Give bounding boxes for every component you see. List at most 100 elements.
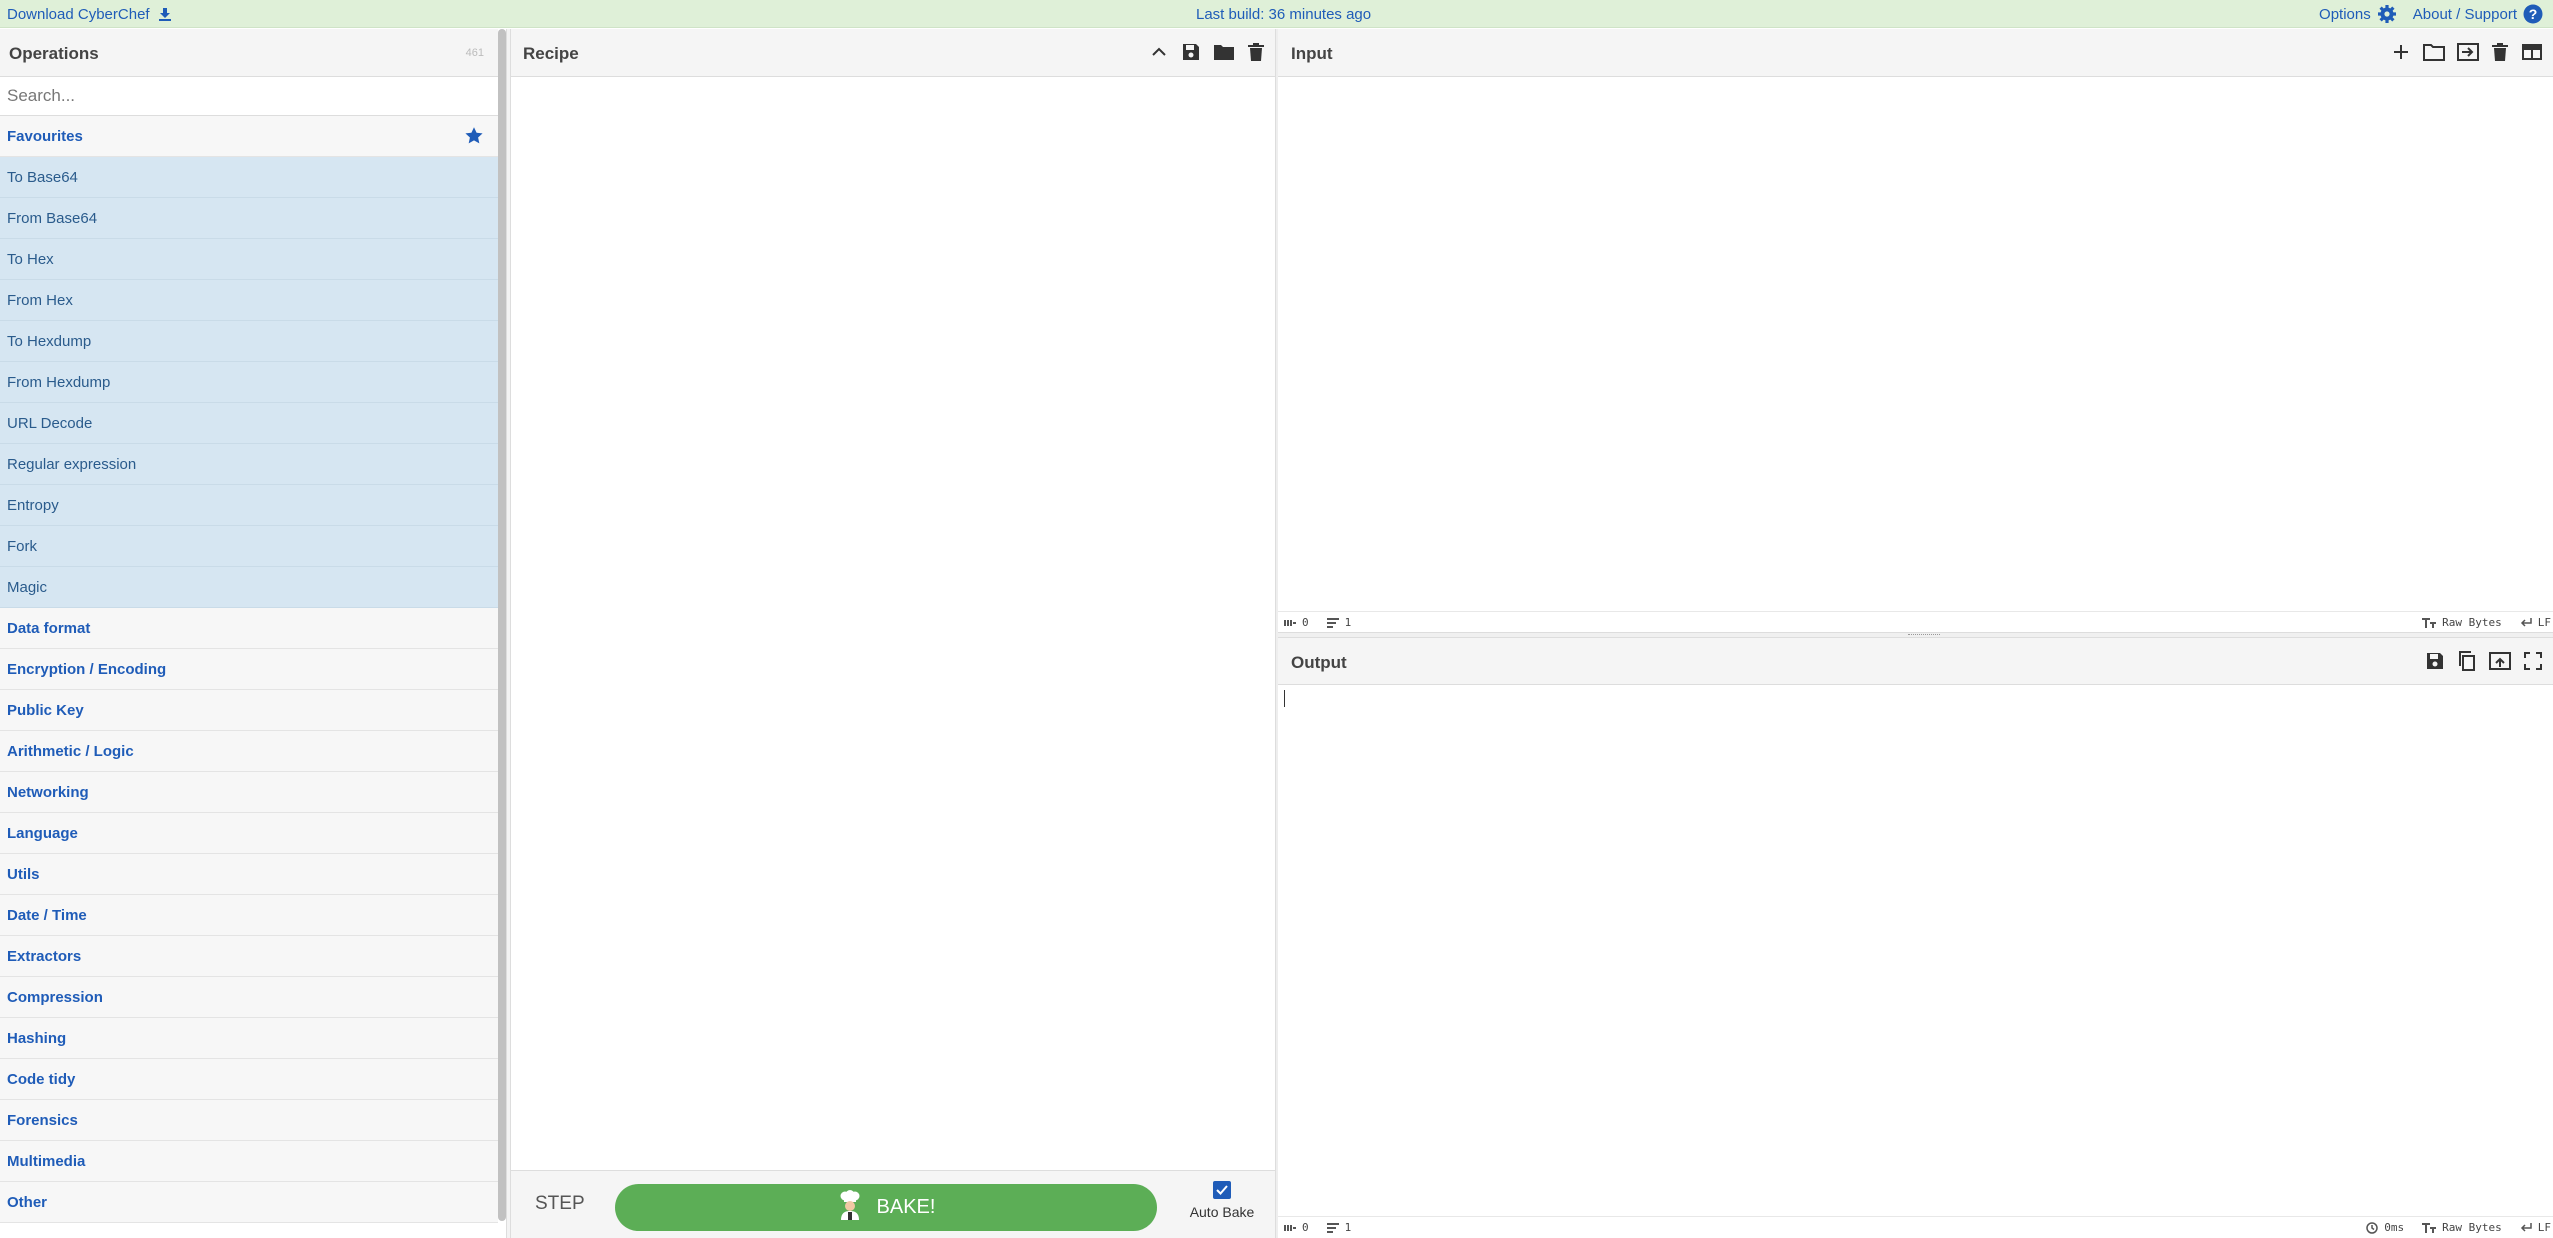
chef-icon[interactable]: [837, 1189, 863, 1226]
copy-icon[interactable]: [2457, 651, 2477, 676]
category-item[interactable]: Arithmetic / Logic: [0, 731, 498, 772]
category-label[interactable]: Other: [7, 1194, 47, 1211]
download-label[interactable]: Download CyberChef: [7, 6, 150, 23]
search-input[interactable]: [0, 77, 498, 115]
star-icon[interactable]: [464, 126, 484, 151]
return-icon[interactable]: [2520, 1222, 2532, 1233]
replace-input-icon[interactable]: [2489, 651, 2511, 676]
encoding-label[interactable]: Raw Bytes: [2442, 616, 2502, 629]
save-icon[interactable]: [2425, 651, 2445, 676]
line-count-value: 1: [1344, 616, 1352, 629]
options-label[interactable]: Options: [2319, 6, 2371, 23]
category-item[interactable]: Other: [0, 1182, 498, 1223]
trash-icon[interactable]: [2491, 42, 2509, 67]
eol-label[interactable]: LF: [2538, 616, 2551, 629]
category-item[interactable]: Date / Time: [0, 895, 498, 936]
category-label[interactable]: Favourites: [7, 128, 83, 145]
auto-bake-checkbox[interactable]: [1213, 1181, 1231, 1199]
gear-icon[interactable]: [2377, 4, 2397, 24]
category-label[interactable]: Arithmetic / Logic: [7, 743, 134, 760]
operation-label[interactable]: URL Decode: [7, 415, 92, 432]
open-file-icon[interactable]: [2457, 42, 2479, 67]
operation-item[interactable]: To Hex: [0, 239, 498, 280]
save-icon[interactable]: [1181, 42, 1201, 67]
category-item[interactable]: Compression: [0, 977, 498, 1018]
operation-label[interactable]: To Hex: [7, 251, 54, 268]
download-link[interactable]: Download CyberChef: [7, 6, 172, 23]
category-item[interactable]: Extractors: [0, 936, 498, 977]
options-button[interactable]: Options: [2319, 4, 2397, 24]
category-label[interactable]: Hashing: [7, 1030, 66, 1047]
layout-icon[interactable]: [2521, 42, 2543, 67]
help-icon[interactable]: ?: [2523, 4, 2543, 24]
step-button[interactable]: STEP: [535, 1193, 585, 1215]
operation-label[interactable]: Entropy: [7, 497, 59, 514]
about-support-button[interactable]: About / Support ?: [2413, 4, 2543, 24]
category-item[interactable]: Hashing: [0, 1018, 498, 1059]
encoding-selector[interactable]: Raw Bytes: [2422, 616, 2502, 629]
category-label[interactable]: Date / Time: [7, 907, 87, 924]
operation-item[interactable]: Regular expression: [0, 444, 498, 485]
category-item[interactable]: Code tidy: [0, 1059, 498, 1100]
operation-label[interactable]: From Hexdump: [7, 374, 110, 391]
category-label[interactable]: Multimedia: [7, 1153, 85, 1170]
about-label[interactable]: About / Support: [2413, 6, 2517, 23]
category-item[interactable]: Language: [0, 813, 498, 854]
category-item[interactable]: Forensics: [0, 1100, 498, 1141]
bake-label[interactable]: BAKE!: [877, 1196, 936, 1219]
operation-item[interactable]: Magic: [0, 567, 498, 608]
operation-item[interactable]: From Base64: [0, 198, 498, 239]
category-label[interactable]: Encryption / Encoding: [7, 661, 166, 678]
category-item[interactable]: Data format: [0, 608, 498, 649]
category-favourites[interactable]: Favourites: [0, 116, 498, 157]
operation-item[interactable]: Entropy: [0, 485, 498, 526]
bake-button[interactable]: BAKE!: [615, 1184, 1157, 1231]
category-label[interactable]: Code tidy: [7, 1071, 75, 1088]
chevron-up-icon[interactable]: [1149, 42, 1169, 67]
operation-item[interactable]: To Base64: [0, 157, 498, 198]
category-item[interactable]: Encryption / Encoding: [0, 649, 498, 690]
operation-item[interactable]: Fork: [0, 526, 498, 567]
eol-selector[interactable]: LF: [2520, 616, 2551, 629]
category-item[interactable]: Public Key: [0, 690, 498, 731]
category-label[interactable]: Forensics: [7, 1112, 78, 1129]
operation-label[interactable]: Regular expression: [7, 456, 136, 473]
operation-item[interactable]: URL Decode: [0, 403, 498, 444]
text-format-icon[interactable]: [2422, 617, 2437, 628]
operation-item[interactable]: To Hexdump: [0, 321, 498, 362]
eol-label[interactable]: LF: [2538, 1221, 2551, 1234]
operation-label[interactable]: Magic: [7, 579, 47, 596]
category-label[interactable]: Utils: [7, 866, 40, 883]
download-icon[interactable]: [158, 7, 172, 22]
category-item[interactable]: Networking: [0, 772, 498, 813]
operation-label[interactable]: To Base64: [7, 169, 78, 186]
text-format-icon[interactable]: [2422, 1222, 2437, 1233]
auto-bake-label[interactable]: Auto Bake: [1190, 1204, 1255, 1220]
trash-icon[interactable]: [1247, 42, 1265, 67]
category-item[interactable]: Utils: [0, 854, 498, 895]
operation-label[interactable]: To Hexdump: [7, 333, 91, 350]
return-icon[interactable]: [2520, 617, 2532, 628]
category-label[interactable]: Public Key: [7, 702, 84, 719]
category-item[interactable]: Multimedia: [0, 1141, 498, 1182]
clock-icon: [2366, 1221, 2379, 1234]
eol-selector[interactable]: LF: [2520, 1221, 2551, 1234]
auto-bake-toggle[interactable]: Auto Bake: [1187, 1181, 1257, 1220]
operation-label[interactable]: From Base64: [7, 210, 97, 227]
maximise-icon[interactable]: [2523, 651, 2543, 676]
category-label[interactable]: Networking: [7, 784, 89, 801]
open-folder-icon[interactable]: [2423, 42, 2445, 67]
operation-label[interactable]: From Hex: [7, 292, 73, 309]
operation-label[interactable]: Fork: [7, 538, 37, 555]
encoding-label[interactable]: Raw Bytes: [2442, 1221, 2502, 1234]
encoding-selector[interactable]: Raw Bytes: [2422, 1221, 2502, 1234]
category-label[interactable]: Data format: [7, 620, 90, 637]
operation-item[interactable]: From Hex: [0, 280, 498, 321]
category-label[interactable]: Extractors: [7, 948, 81, 965]
category-label[interactable]: Language: [7, 825, 78, 842]
folder-icon[interactable]: [1213, 42, 1235, 67]
operation-item[interactable]: From Hexdump: [0, 362, 498, 403]
category-label[interactable]: Compression: [7, 989, 103, 1006]
add-tab-icon[interactable]: [2391, 42, 2411, 67]
operations-scrollbar[interactable]: [498, 29, 506, 1221]
